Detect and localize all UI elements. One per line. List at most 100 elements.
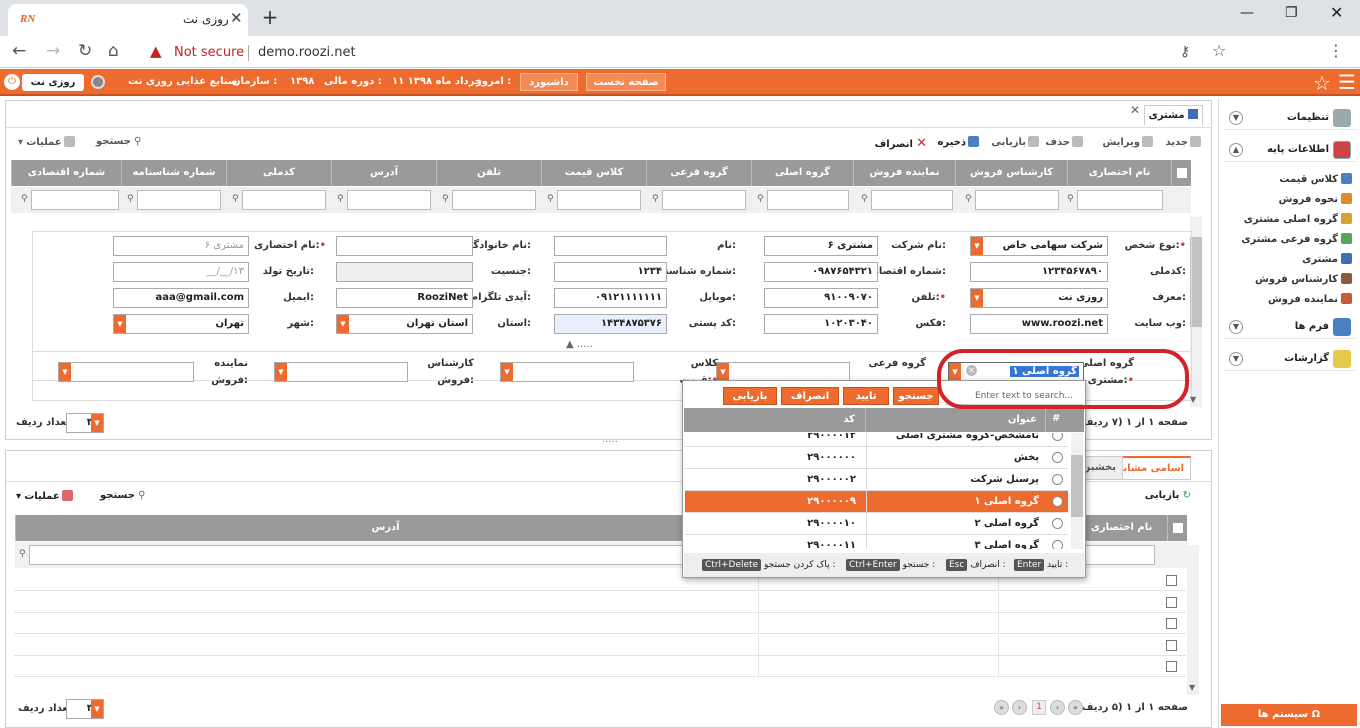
reload-icon[interactable]: ↻ <box>78 41 92 61</box>
new-button[interactable]: جدید <box>1165 136 1201 148</box>
systems-button[interactable]: سیستم ها Ω <box>1221 704 1357 726</box>
scroll-down-icon[interactable]: ▼ <box>1189 683 1195 692</box>
birth-date-field[interactable]: __/__/۱۳ <box>113 262 249 282</box>
reload-button[interactable]: بازیابی <box>991 136 1039 148</box>
filter-input[interactable] <box>767 190 849 210</box>
filter-input[interactable] <box>137 190 221 210</box>
chevron-down-icon[interactable]: ▼ <box>337 315 349 333</box>
col-economic-no[interactable]: شماره اقتصادی <box>11 160 121 186</box>
popup-row-selected[interactable]: ۲۹۰۰۰۰۰۹ گروه اصلی ۱ <box>685 491 1068 513</box>
tab-customer[interactable]: مشتری <box>1143 105 1203 125</box>
popup-row[interactable]: ۲۹۰۰۰۰۱۱ گروه اصلی ۳ <box>685 535 1068 549</box>
power-icon[interactable]: ⏻ <box>4 74 20 90</box>
omnibox[interactable]: ▲ Not secure demo.roozi.net <box>140 39 1240 65</box>
delete-button[interactable]: حذف <box>1045 136 1083 148</box>
browser-menu-icon[interactable]: ⋮ <box>1328 41 1344 60</box>
search-button[interactable]: جستجو ⚲ <box>96 136 141 147</box>
select-all-checkbox[interactable] <box>1171 160 1191 186</box>
chevron-down-icon[interactable]: ▼ <box>501 363 513 381</box>
email-field[interactable]: aaa@gmail.com <box>113 288 249 308</box>
gender-select[interactable] <box>336 262 473 282</box>
chevron-down-icon[interactable]: ▼ <box>971 237 983 255</box>
mobile-field[interactable]: ۰۹۱۲۱۱۱۱۱۱۱ <box>554 288 667 308</box>
cancel-button[interactable]: انصراف ✕ <box>875 136 927 151</box>
popup-search-button[interactable]: جستجو <box>893 387 939 405</box>
hamburger-menu-icon[interactable]: ☰ <box>1338 70 1356 94</box>
sidebar-item-customer[interactable]: مشتری <box>1302 253 1352 265</box>
sales-rep-select[interactable] <box>58 362 194 382</box>
person-type-select[interactable]: شرکت سهامی خاص <box>970 236 1108 256</box>
popup-row[interactable]: ۲۹۰۰۰۰۱۰ گروه اصلی ۲ <box>685 513 1068 535</box>
dashboard-button[interactable]: داشبورد <box>520 73 578 91</box>
sidebar-section-forms[interactable]: فرم ها ▼ <box>1223 315 1355 339</box>
chevron-down-icon[interactable]: ▼ <box>91 414 103 432</box>
province-select[interactable]: استان تهران <box>336 314 473 334</box>
referrer-select[interactable]: روزی نت <box>970 288 1108 308</box>
next-page-icon[interactable]: › <box>1012 700 1027 715</box>
col-address[interactable]: آدرس <box>15 515 755 541</box>
chevron-down-icon[interactable]: ▼ <box>275 363 287 381</box>
sidebar-item-sales-rep[interactable]: نماینده فروش <box>1268 293 1352 305</box>
col-address[interactable]: آدرس <box>331 160 436 186</box>
forward-icon[interactable]: → <box>46 41 60 61</box>
popup-row[interactable]: ۲۹۰۰۰۰۱۲ نامشخص-گروه مشتری اصلی <box>685 433 1068 447</box>
col-sub-group[interactable]: گروه فرعی <box>646 160 751 186</box>
close-window-icon[interactable]: ✕ <box>1330 3 1343 22</box>
postal-code-field[interactable]: ۱۴۳۴۸۷۵۳۷۶ <box>554 314 667 334</box>
browser-tab[interactable]: RN روزی نت ✕ <box>8 4 248 36</box>
sidebar-item-sub-group[interactable]: گروه فرعی مشتری <box>1241 233 1352 245</box>
chevron-down-icon[interactable]: ▼ <box>59 363 71 381</box>
sidebar-item-price-class[interactable]: کلاس قیمت <box>1279 173 1352 185</box>
sidebar-item-main-group[interactable]: گروه اصلی مشتری <box>1244 213 1352 225</box>
col-national-id[interactable]: کدملی <box>226 160 331 186</box>
table-row[interactable] <box>14 592 1186 613</box>
table-row[interactable] <box>14 656 1186 677</box>
fax-field[interactable]: ۱۰۲۰۳۰۴۰ <box>764 314 878 334</box>
page-number[interactable]: 1 <box>1032 700 1046 715</box>
company-field[interactable]: مشتری ۶ <box>764 236 878 256</box>
minimize-icon[interactable]: — <box>1240 5 1254 21</box>
filter-input[interactable] <box>347 190 431 210</box>
short-name-field[interactable]: مشتری ۶ <box>113 236 249 256</box>
restore-icon[interactable]: ❐ <box>1285 5 1298 21</box>
birth-cert-field[interactable]: ۱۲۳۴ <box>554 262 667 282</box>
filter-input[interactable] <box>1077 190 1163 210</box>
actions-button[interactable]: ▾ عملیات <box>18 136 75 148</box>
back-icon[interactable]: ← <box>12 41 26 61</box>
table-row[interactable] <box>14 613 1186 634</box>
chevron-down-icon[interactable]: ▼ <box>717 363 729 381</box>
telegram-field[interactable]: RooziNet <box>336 288 473 308</box>
scroll-down-icon[interactable]: ▼ <box>1190 395 1196 404</box>
website-field[interactable]: www.roozi.net <box>970 314 1108 334</box>
filter-input[interactable] <box>662 190 746 210</box>
col-birth-cert[interactable]: شماره شناسنامه <box>121 160 226 186</box>
popup-confirm-button[interactable]: تایید <box>843 387 889 405</box>
tab-close-icon[interactable]: ✕ <box>230 9 243 27</box>
bottom-actions-button[interactable]: ▾ عملیات <box>16 490 73 502</box>
col-price-class[interactable]: کلاس قیمت <box>541 160 646 186</box>
col-name[interactable]: نام اختصاری <box>1075 515 1167 541</box>
table-row[interactable] <box>14 635 1186 656</box>
key-icon[interactable]: ⚷ <box>1180 44 1190 60</box>
sub-group-select[interactable] <box>716 362 850 382</box>
sidebar-item-sale-method[interactable]: نحوه فروش <box>1279 193 1352 205</box>
chevron-down-icon[interactable]: ▼ <box>91 700 103 718</box>
sidebar-item-sales-expert[interactable]: کارشناس فروش <box>1255 273 1352 285</box>
user-button[interactable]: روزی نت <box>22 74 84 91</box>
sales-expert-select[interactable] <box>274 362 408 382</box>
popup-reload-button[interactable]: بازیابی <box>723 387 777 405</box>
prev-page-icon[interactable]: ‹ <box>1050 700 1065 715</box>
new-tab-button[interactable]: + <box>257 6 283 30</box>
favorite-star-icon[interactable]: ☆ <box>1313 71 1331 95</box>
last-page-icon[interactable]: » <box>994 700 1009 715</box>
filter-input[interactable] <box>242 190 326 210</box>
edit-button[interactable]: ویرایش <box>1102 136 1153 148</box>
filter-input[interactable] <box>975 190 1059 210</box>
phone-field[interactable]: ۹۱۰۰۹۰۷۰ <box>764 288 878 308</box>
bottom-reload-button[interactable]: بازیابی ↻ <box>1145 490 1191 501</box>
sidebar-section-reports[interactable]: گزارشات ▼ <box>1223 347 1355 371</box>
filter-input[interactable] <box>557 190 641 210</box>
filter-input[interactable] <box>871 190 953 210</box>
bookmark-star-icon[interactable]: ☆ <box>1212 41 1226 60</box>
sidebar-section-settings[interactable]: تنظیمات ▼ <box>1223 106 1355 130</box>
